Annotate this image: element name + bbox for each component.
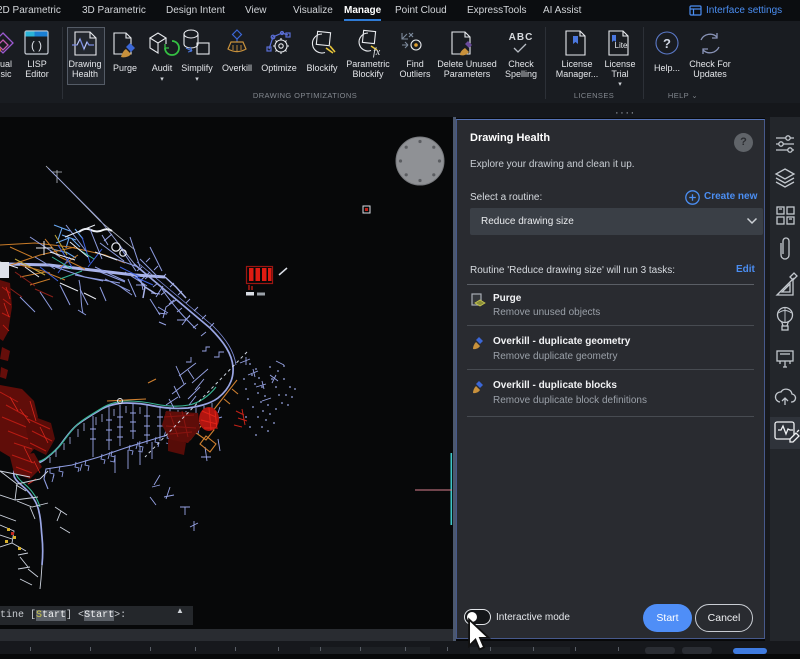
svg-text:ABC: ABC [509, 32, 534, 43]
svg-text:Lite: Lite [615, 41, 628, 50]
svg-text:?: ? [663, 36, 671, 51]
svg-text:fx: fx [373, 47, 381, 58]
svg-text:(): () [30, 41, 43, 53]
